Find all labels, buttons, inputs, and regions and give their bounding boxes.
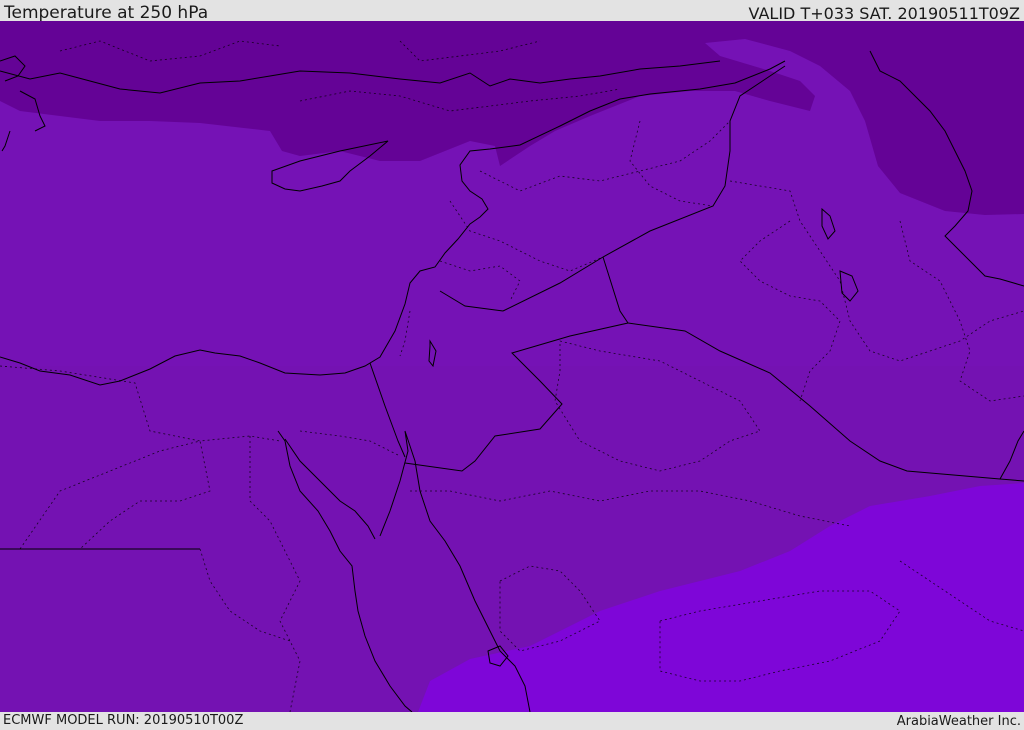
map-canvas: [0, 21, 1024, 712]
map-title: Temperature at 250 hPa: [4, 3, 209, 23]
credit-label: ArabiaWeather Inc.: [896, 714, 1021, 729]
header-bar: Temperature at 250 hPa VALID T+033 SAT. …: [0, 0, 1024, 23]
footer-bar: ECMWF MODEL RUN: 20190510T00Z ArabiaWeat…: [0, 712, 1024, 729]
model-run-label: ECMWF MODEL RUN: 20190510T00Z: [3, 713, 244, 728]
weather-map[interactable]: [0, 21, 1024, 712]
